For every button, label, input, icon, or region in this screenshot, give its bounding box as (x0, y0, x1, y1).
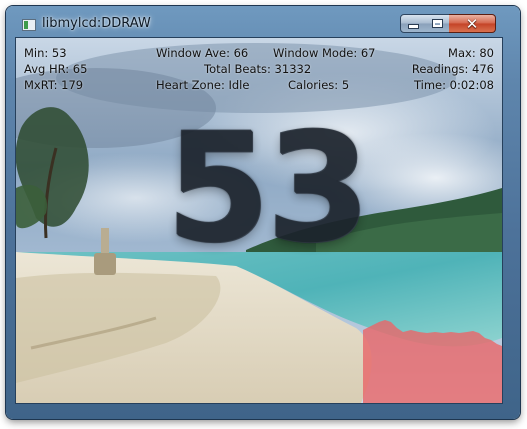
stat-time: Time: 0:02:08 (413, 78, 494, 92)
title-bar[interactable]: libmylcd:DDRAW ✕ (6, 6, 520, 36)
minimize-icon (407, 24, 419, 29)
stat-readings: Readings: 476 (411, 62, 494, 76)
stat-window-ave: Window Ave: 66 (156, 46, 249, 60)
close-icon: ✕ (465, 14, 479, 33)
stat-total-beats: Total Beats: 31332 (204, 62, 312, 76)
stats-panel: Min: 53 Window Ave: 66 Window Mode: 67 M… (16, 38, 502, 98)
heart-rate-graph-fill (363, 320, 502, 403)
display-area: Min: 53 Window Ave: 66 Window Mode: 67 M… (15, 37, 503, 404)
stat-heart-zone: Heart Zone: Idle (156, 78, 250, 92)
stat-window-mode: Window Mode: 67 (273, 46, 376, 60)
stat-calories: Calories: 5 (288, 78, 350, 92)
stat-min: Min: 53 (24, 46, 67, 60)
current-heart-rate: 53 (166, 102, 371, 276)
stat-max: Max: 80 (448, 46, 494, 60)
close-button[interactable]: ✕ (449, 14, 496, 33)
stat-mxrt: MxRT: 179 (24, 78, 84, 92)
stat-avg-hr: Avg HR: 65 (24, 62, 88, 76)
heart-rate-graph (363, 320, 502, 403)
app-icon[interactable] (22, 19, 36, 31)
maximize-icon (431, 19, 443, 28)
maximize-button[interactable] (425, 14, 450, 33)
window-title: libmylcd:DDRAW (42, 16, 151, 31)
minimize-button[interactable] (400, 14, 426, 33)
